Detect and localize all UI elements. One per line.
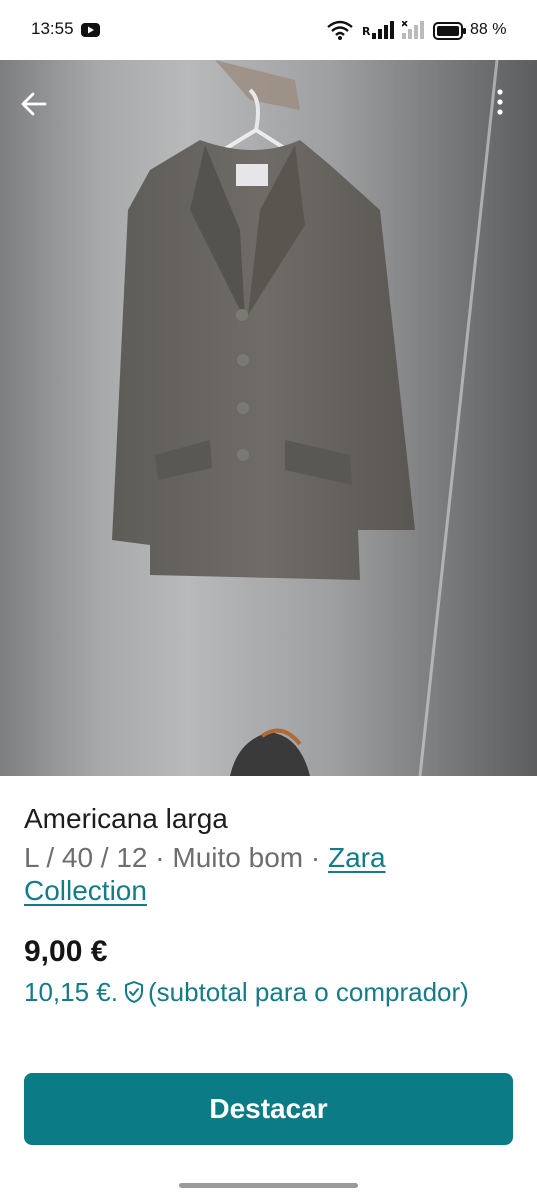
battery-icon xyxy=(433,22,466,40)
buyer-price-row[interactable]: 10,15 €. (subtotal para o comprador) xyxy=(24,975,469,1009)
signal-icon xyxy=(372,21,394,39)
buyer-price: 10,15 €. xyxy=(24,976,118,1007)
item-meta: L / 40 / 12 · Muito bom · Zara Collectio… xyxy=(24,841,504,907)
item-title: Americana larga xyxy=(24,803,228,834)
status-bar: 13:55 R 88 % xyxy=(0,0,537,60)
home-indicator[interactable] xyxy=(179,1183,358,1188)
blazer-image xyxy=(112,60,499,776)
battery-percent: 88 % xyxy=(470,21,507,38)
shield-icon xyxy=(124,981,143,1003)
svg-text:R: R xyxy=(362,25,371,38)
highlight-button[interactable]: Destacar xyxy=(24,1073,513,1145)
item-size-condition: L / 40 / 12 · Muito bom · xyxy=(24,842,328,873)
buyer-price-note: (subtotal para o comprador) xyxy=(147,976,469,1007)
item-price: 9,00 € xyxy=(24,935,108,968)
item-photo[interactable] xyxy=(0,60,537,776)
roaming-indicator-icon: R xyxy=(362,25,371,38)
signal-secondary-icon xyxy=(402,21,424,39)
back-arrow-icon[interactable] xyxy=(14,84,54,124)
wifi-icon xyxy=(327,20,353,40)
youtube-icon xyxy=(81,23,100,37)
status-time: 13:55 xyxy=(31,19,74,38)
more-options-icon[interactable] xyxy=(484,84,516,124)
